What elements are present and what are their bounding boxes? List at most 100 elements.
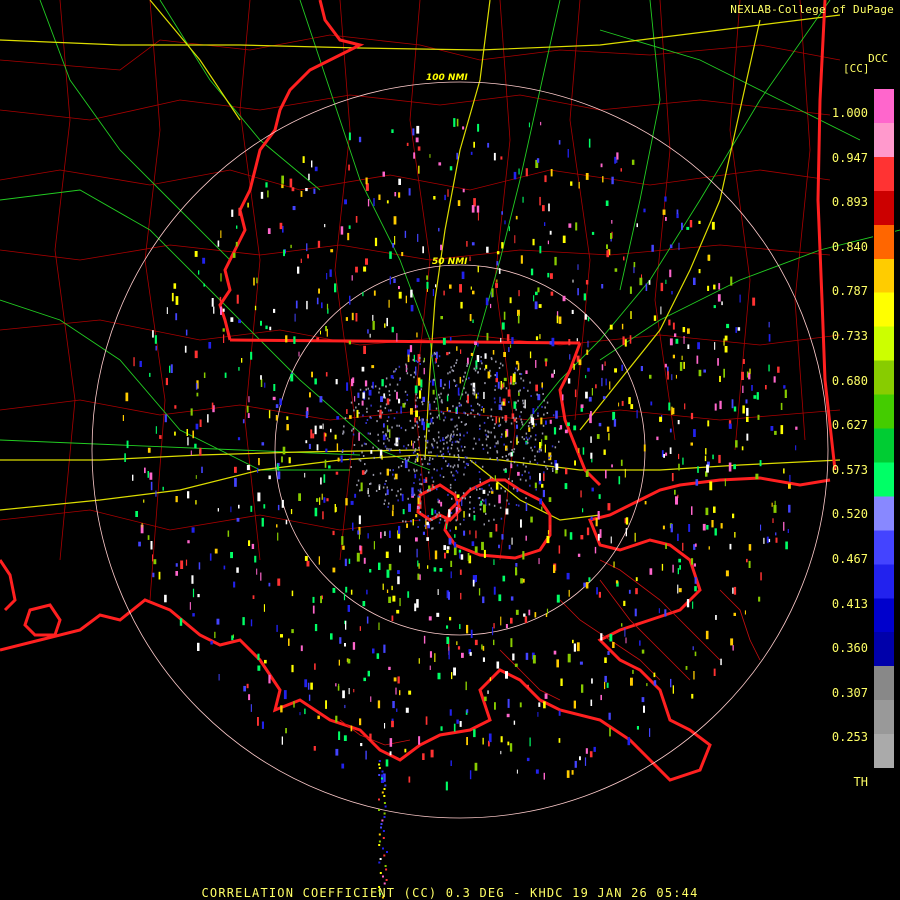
echo-cell bbox=[325, 433, 327, 437]
echo-cell bbox=[634, 608, 637, 617]
echo-cell bbox=[477, 123, 480, 132]
clutter-cell bbox=[403, 445, 405, 448]
clutter-cell bbox=[452, 405, 454, 408]
echo-cell bbox=[309, 392, 311, 398]
echo-cell bbox=[312, 605, 315, 614]
echo-cell bbox=[257, 717, 259, 726]
echo-cell bbox=[495, 378, 498, 383]
echo-cell bbox=[381, 819, 384, 822]
echo-cell bbox=[185, 559, 188, 566]
echo-cell bbox=[466, 737, 468, 746]
echo-cell bbox=[359, 718, 362, 726]
clutter-cell bbox=[421, 483, 423, 486]
echo-cell bbox=[253, 277, 255, 286]
echo-cell bbox=[547, 240, 549, 245]
echo-cell bbox=[378, 194, 381, 200]
clutter-cell bbox=[394, 370, 396, 373]
echo-cell bbox=[194, 443, 197, 449]
echo-cell bbox=[467, 553, 470, 561]
echo-cell bbox=[679, 362, 683, 371]
gulf-coastline bbox=[0, 476, 831, 782]
echo-cell bbox=[742, 405, 745, 414]
echo-cell bbox=[538, 304, 542, 308]
clutter-cell bbox=[361, 451, 363, 454]
echo-cell bbox=[545, 361, 547, 367]
echo-cell bbox=[501, 322, 505, 330]
echo-cell bbox=[264, 659, 267, 664]
clutter-cell bbox=[365, 443, 367, 446]
echo-cell bbox=[783, 468, 785, 474]
clutter-cell bbox=[530, 414, 533, 417]
echo-cell bbox=[485, 297, 489, 306]
echo-cell bbox=[391, 510, 394, 517]
clutter-cell bbox=[541, 405, 543, 408]
echo-cell bbox=[525, 503, 528, 511]
clutter-cell bbox=[459, 434, 461, 437]
clutter-cell bbox=[452, 430, 455, 433]
clutter-cell bbox=[370, 416, 372, 419]
clutter-cell bbox=[465, 423, 467, 426]
echo-cell bbox=[320, 477, 322, 485]
echo-cell bbox=[208, 342, 212, 349]
echo-cell bbox=[533, 295, 535, 302]
echo-cell bbox=[525, 652, 529, 660]
clutter-cell bbox=[517, 441, 520, 444]
echo-cell bbox=[636, 726, 639, 730]
echo-cell bbox=[713, 668, 716, 676]
echo-cell bbox=[361, 366, 365, 372]
echo-cell bbox=[648, 280, 651, 285]
echo-cell bbox=[291, 187, 295, 192]
echo-cell bbox=[510, 344, 512, 348]
echo-cell bbox=[494, 702, 496, 710]
echo-cell bbox=[693, 671, 695, 680]
clutter-cell bbox=[447, 393, 449, 396]
echo-cell bbox=[348, 164, 350, 171]
echo-cell bbox=[718, 283, 721, 290]
echo-cell bbox=[347, 232, 350, 241]
echo-cell bbox=[589, 751, 593, 758]
echo-cell bbox=[289, 178, 293, 188]
echo-cell bbox=[381, 770, 384, 773]
echo-cell bbox=[324, 224, 326, 228]
echo-cell bbox=[336, 416, 340, 420]
product-code: DCC bbox=[868, 52, 888, 65]
echo-cell bbox=[408, 690, 412, 695]
clutter-cell bbox=[466, 365, 468, 367]
echo-cell bbox=[350, 725, 353, 732]
echo-cell bbox=[316, 444, 319, 451]
echo-cell bbox=[414, 473, 417, 479]
clutter-cell bbox=[453, 474, 455, 477]
clutter-cell bbox=[418, 506, 420, 509]
echo-cell bbox=[399, 598, 401, 607]
clutter-cell bbox=[382, 431, 384, 434]
echo-cell bbox=[675, 374, 677, 379]
echo-cell bbox=[591, 487, 594, 492]
echo-cell bbox=[538, 480, 542, 485]
echo-cell bbox=[501, 383, 504, 389]
echo-cell bbox=[438, 162, 442, 166]
clutter-cell bbox=[444, 519, 446, 522]
echo-cell bbox=[671, 374, 673, 381]
clutter-cell bbox=[473, 437, 475, 440]
echo-cell bbox=[330, 249, 334, 253]
echo-cell bbox=[573, 425, 577, 431]
clutter-cell bbox=[525, 432, 528, 435]
echo-cell bbox=[456, 494, 460, 498]
echo-cell bbox=[630, 677, 633, 686]
echo-cell bbox=[746, 433, 749, 441]
echo-cell bbox=[705, 507, 709, 516]
echo-cell bbox=[469, 530, 471, 535]
echo-cell bbox=[281, 184, 284, 189]
echo-cell bbox=[493, 586, 496, 595]
echo-cell bbox=[261, 442, 265, 446]
clutter-cell bbox=[448, 351, 451, 354]
echo-cell bbox=[422, 531, 425, 535]
clutter-cell bbox=[510, 440, 512, 443]
echo-cell bbox=[597, 511, 600, 520]
clutter-cell bbox=[464, 412, 467, 415]
echo-cell bbox=[440, 501, 443, 507]
echo-cell bbox=[587, 367, 590, 372]
echo-cell bbox=[525, 535, 527, 541]
clutter-cell bbox=[415, 399, 417, 402]
echo-cell bbox=[457, 200, 461, 206]
